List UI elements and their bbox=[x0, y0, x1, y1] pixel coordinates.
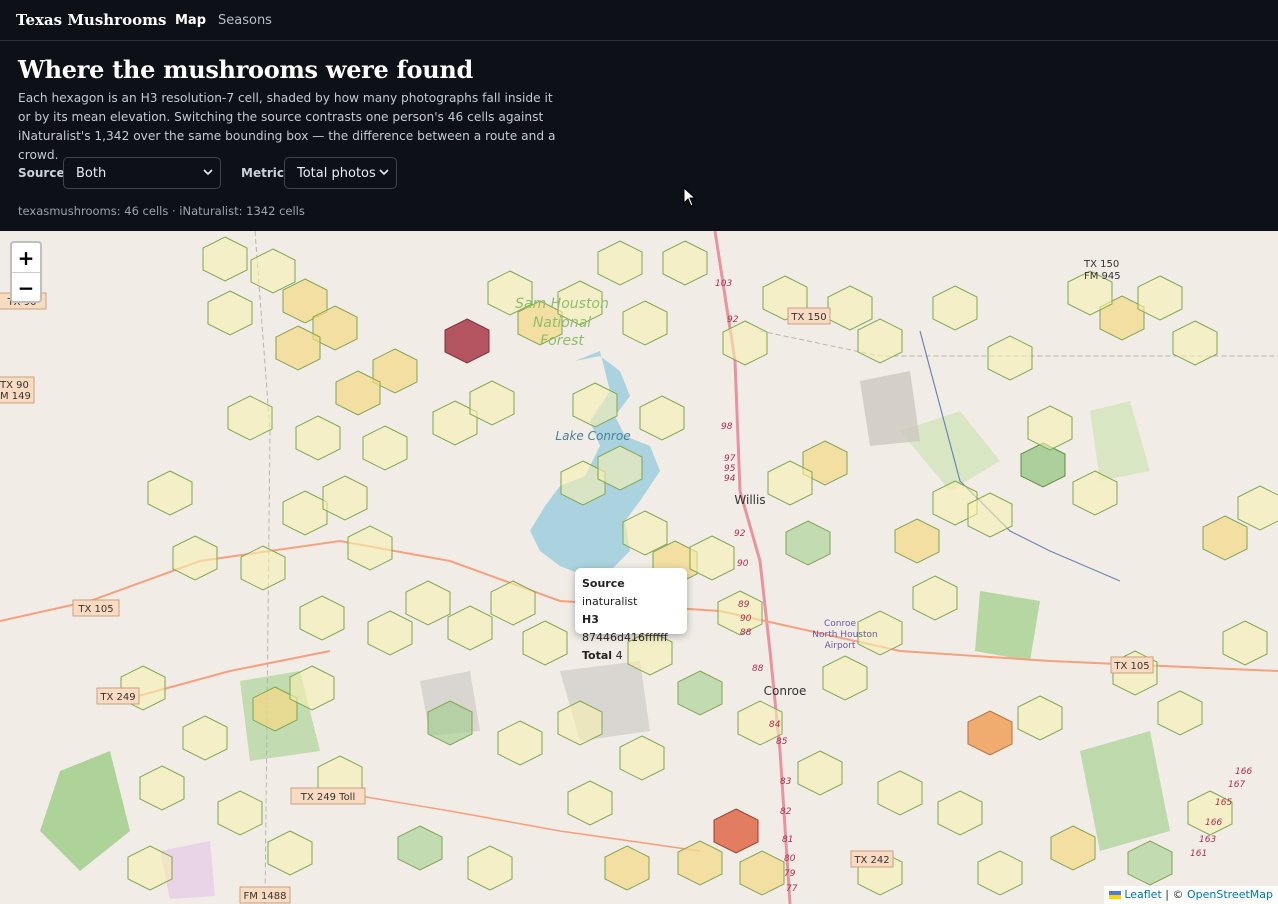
airport-label-3: Airport bbox=[825, 641, 856, 651]
chevron-down-icon bbox=[203, 169, 213, 176]
shield-label: FM 1488 bbox=[243, 891, 286, 902]
route-number: 98 bbox=[721, 422, 733, 432]
forest-label-3: Forest bbox=[540, 333, 584, 349]
leaflet-link[interactable]: Leaflet bbox=[1124, 888, 1161, 901]
route-number: 90 bbox=[737, 559, 749, 569]
route-number: 84 bbox=[769, 720, 781, 730]
route-number: 166 bbox=[1235, 767, 1252, 777]
tooltip-source-key: Source bbox=[582, 577, 625, 590]
tooltip-total-key: Total bbox=[582, 649, 613, 662]
route-number: 77 bbox=[786, 884, 798, 894]
mouse-cursor-icon bbox=[683, 187, 697, 207]
forest-label-2: National bbox=[533, 315, 591, 331]
metric-label: Metric bbox=[241, 166, 284, 180]
route-number: 165 bbox=[1215, 798, 1232, 808]
metric-select-value: Total photos bbox=[297, 165, 376, 181]
nav-link-map[interactable]: Map bbox=[175, 13, 206, 28]
openstreetmap-link[interactable]: OpenStreetMap bbox=[1187, 888, 1273, 901]
shield-label: TX 105 bbox=[1113, 661, 1149, 672]
route-number: 85 bbox=[776, 737, 788, 747]
shield-label: M 149 bbox=[0, 391, 31, 402]
source-select-value: Both bbox=[76, 165, 107, 181]
map-attribution: Leaflet | © OpenStreetMap bbox=[1104, 886, 1278, 904]
route-number: 80 bbox=[784, 854, 796, 864]
cell-counts: texasmushrooms: 46 cells · iNaturalist: … bbox=[18, 204, 305, 218]
shield-label: TX 249 Toll bbox=[300, 792, 356, 803]
route-numbers: 103 92 98 97 95 94 92 90 89 90 88 88 84 … bbox=[715, 279, 1252, 894]
hexagon-map[interactable]: Sam Houston National Forest Lake Conroe … bbox=[0, 231, 1278, 904]
shield-label: TX 242 bbox=[853, 855, 889, 866]
conroe-label: Conroe bbox=[764, 684, 807, 698]
route-number: 88 bbox=[752, 664, 764, 674]
lake-label: Lake Conroe bbox=[555, 429, 630, 443]
tooltip-total-row: Total 4 bbox=[582, 647, 680, 665]
tooltip-total-value: 4 bbox=[615, 649, 623, 662]
source-label: Source bbox=[18, 166, 65, 180]
brand-logo[interactable]: Texas Mushrooms bbox=[16, 11, 166, 29]
route-number: 92 bbox=[727, 315, 739, 325]
hex-tooltip: Source inaturalist H3 87446d416ffffff To… bbox=[575, 568, 687, 662]
shield-label: TX 150 bbox=[1083, 259, 1119, 270]
route-number: 161 bbox=[1190, 849, 1207, 859]
route-number: 94 bbox=[724, 474, 736, 484]
shield-label: FM 945 bbox=[1084, 271, 1121, 282]
route-number: 81 bbox=[782, 835, 793, 845]
chevron-down-icon bbox=[379, 169, 389, 176]
route-number: 166 bbox=[1205, 818, 1222, 828]
tooltip-source-row: Source inaturalist bbox=[582, 575, 680, 611]
source-select[interactable]: Both bbox=[63, 157, 221, 189]
top-nav: Texas Mushrooms Map Seasons bbox=[0, 0, 1278, 41]
willis-label: Willis bbox=[734, 493, 765, 507]
route-number: 88 bbox=[740, 628, 752, 638]
shield-label: TX 90 bbox=[0, 380, 29, 391]
route-number: 95 bbox=[724, 464, 736, 474]
tooltip-h3-row: H3 87446d416ffffff bbox=[582, 611, 680, 647]
nav-link-seasons[interactable]: Seasons bbox=[218, 13, 272, 28]
route-number: 83 bbox=[780, 777, 792, 787]
forest-label-1: Sam Houston bbox=[515, 296, 609, 312]
route-number: 90 bbox=[740, 614, 752, 624]
tooltip-h3-value: 87446d416ffffff bbox=[582, 631, 668, 644]
ukraine-flag-icon bbox=[1109, 891, 1122, 899]
attribution-separator: | © bbox=[1165, 888, 1184, 901]
route-number: 89 bbox=[738, 600, 750, 610]
zoom-control: + − bbox=[10, 241, 42, 303]
airport-label-2: North Houston bbox=[812, 630, 877, 640]
shield-label: TX 105 bbox=[77, 604, 113, 615]
route-number: 97 bbox=[724, 454, 736, 464]
route-number: 92 bbox=[734, 529, 746, 539]
route-number: 79 bbox=[784, 869, 796, 879]
zoom-in-button[interactable]: + bbox=[12, 243, 40, 272]
tooltip-source-value: inaturalist bbox=[582, 595, 638, 608]
route-number: 163 bbox=[1199, 835, 1216, 845]
tooltip-h3-key: H3 bbox=[582, 613, 599, 626]
intro-text: Each hexagon is an H3 resolution-7 cell,… bbox=[18, 91, 556, 162]
route-number: 103 bbox=[715, 279, 732, 289]
metric-select[interactable]: Total photos bbox=[284, 157, 397, 189]
shield-label: TX 150 bbox=[790, 312, 826, 323]
zoom-out-button[interactable]: − bbox=[12, 272, 40, 302]
airport-label-1: Conroe bbox=[824, 619, 857, 629]
route-number: 82 bbox=[780, 807, 792, 817]
shield-label: TX 249 bbox=[99, 692, 135, 703]
page-title: Where the mushrooms were found bbox=[18, 55, 474, 84]
route-number: 167 bbox=[1228, 780, 1245, 790]
